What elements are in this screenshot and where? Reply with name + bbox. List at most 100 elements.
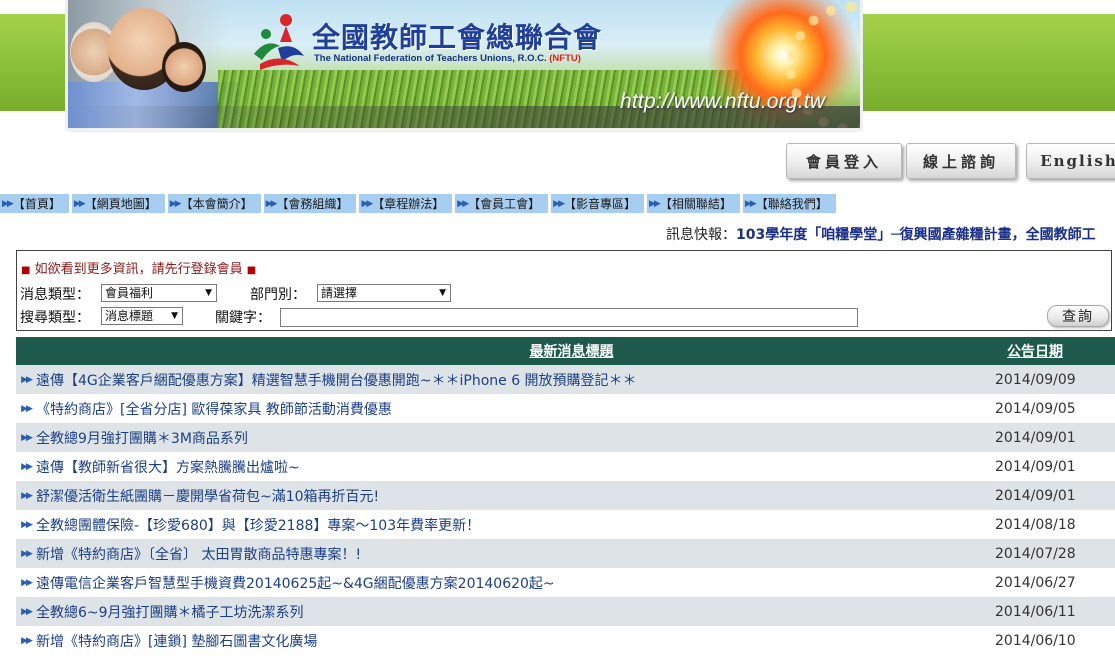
news-date: 2014/09/01 (995, 458, 1076, 475)
nav-label: 【網頁地圖】 (84, 197, 157, 211)
double-arrow-icon: ▶▶ (21, 606, 33, 617)
news-title-link[interactable]: 全教總9月強打團購＊3M商品系列 (36, 428, 995, 448)
news-date: 2014/06/27 (995, 574, 1076, 591)
dept-select[interactable]: 請選擇 ▼ (317, 284, 451, 302)
search-type-label: 搜尋類型： (20, 310, 90, 326)
msg-type-label: 消息類型： (20, 287, 90, 303)
news-date: 2014/09/01 (995, 429, 1076, 446)
nav-label: 【聯絡我們】 (755, 197, 828, 211)
msg-type-select[interactable]: 會員福利 ▼ (101, 284, 217, 302)
site-url: http://www.nftu.org.tw (620, 90, 826, 113)
search-panel: ■ 如欲看到更多資訊，請先行登錄會員 ■ 消息類型： 會員福利 ▼ 部門別： 請… (16, 250, 1112, 331)
table-row: ▶▶ 遠傳【4G企業客戶綑配優惠方案】精選智慧手機開台優惠開跑~＊＊iPhone … (16, 365, 1115, 394)
main-nav: ▶▶ 【首頁】 ▶▶ 【網頁地圖】 ▶▶ 【本會簡介】 ▶▶ 【會務組織】 ▶▶ 【章程辦… (0, 194, 839, 213)
news-title-link[interactable]: 全教總團體保險-【珍愛680】與【珍愛2188】專案～103年費率更新！ (36, 515, 995, 535)
double-arrow-icon: ▶▶ (21, 432, 33, 443)
column-header-date[interactable]: 公告日期 (1007, 341, 1115, 361)
news-title-link[interactable]: 遠傳電信企業客戶智慧型手機資費20140625起~&4G綑配優惠方案201406… (36, 573, 995, 593)
double-arrow-icon: ▶▶ (2, 198, 14, 209)
search-type-select[interactable]: 消息標題 ▼ (101, 307, 183, 325)
table-row: ▶▶ 全教總團體保險-【珍愛680】與【珍愛2188】專案～103年費率更新！ 20… (16, 510, 1115, 539)
nav-item-member-unions[interactable]: ▶▶ 【會員工會】 (455, 194, 549, 213)
dept-value: 請選擇 (321, 286, 358, 300)
member-login-button[interactable]: 會員登入 (786, 143, 902, 179)
table-row: ▶▶ 《特約商店》[全省分店] 歐得葆家具 教師節活動消費優惠 2014/09/05 (16, 394, 1115, 423)
dropdown-arrow-icon: ▼ (439, 288, 446, 298)
banner-child (162, 42, 206, 92)
double-arrow-icon: ▶▶ (21, 548, 33, 559)
ticker-text[interactable]: 103學年度「咱糧學堂」─復興國產雜糧計畫，全國教師工 (736, 227, 1096, 243)
news-date: 2014/08/18 (995, 516, 1076, 533)
double-arrow-icon: ▶▶ (73, 198, 86, 209)
table-row: ▶▶ 遠傳【教師新省很大】方案熱騰騰出爐啦~ 2014/09/01 (16, 452, 1115, 481)
logo-tag: (NFTU) (549, 53, 581, 64)
double-arrow-icon: ▶▶ (553, 198, 565, 209)
online-consult-button[interactable]: 線上諮詢 (906, 143, 1016, 179)
double-arrow-icon: ▶▶ (744, 198, 757, 209)
table-row: ▶▶ 舒潔優活衛生紙團購－慶開學省荷包~滿10箱再折百元! 2014/09/01 (16, 481, 1115, 510)
news-ticker: 訊息快報：103學年度「咱糧學堂」─復興國產雜糧計畫，全國教師工 (666, 224, 1096, 244)
news-title-link[interactable]: 遠傳【4G企業客戶綑配優惠方案】精選智慧手機開台優惠開跑~＊＊iPhone 6 … (36, 370, 995, 390)
double-arrow-icon: ▶▶ (21, 374, 33, 385)
nav-item-about[interactable]: ▶▶ 【本會簡介】 (167, 194, 261, 213)
news-title-link[interactable]: 新增《特約商店》[連鎖] 墊腳石圖書文化廣場 (36, 631, 995, 651)
square-bullet-icon: ■ (246, 265, 257, 276)
nav-item-regulations[interactable]: ▶▶ 【章程辦法】 (359, 194, 453, 213)
query-button[interactable]: 查詢 (1047, 305, 1109, 327)
news-title-link[interactable]: 《特約商店》[全省分店] 歐得葆家具 教師節活動消費優惠 (36, 399, 995, 419)
news-title-link[interactable]: 遠傳【教師新省很大】方案熱騰騰出爐啦~ (36, 457, 995, 477)
double-arrow-icon: ▶▶ (457, 198, 469, 209)
table-row: ▶▶ 全教總9月強打團購＊3M商品系列 2014/09/01 (16, 423, 1115, 452)
news-title-link[interactable]: 新增《特約商店》〔全省〕 太田胃散商品特惠專案！! (36, 544, 995, 564)
double-arrow-icon: ▶▶ (649, 198, 661, 209)
news-title-link[interactable]: 全教總6~9月強打團購＊橘子工坊洗潔系列 (36, 602, 995, 622)
dept-label: 部門別： (250, 287, 306, 303)
logo-subtitle-text: The National Federation of Teachers Unio… (314, 53, 547, 64)
news-title-link[interactable]: 舒潔優活衛生紙團購－慶開學省荷包~滿10箱再折百元! (36, 486, 995, 506)
column-header-title[interactable]: 最新消息標題 (16, 341, 1007, 361)
table-row: ▶▶ 新增《特約商店》〔全省〕 太田胃散商品特惠專案！! 2014/07/28 (16, 539, 1115, 568)
logo-subtitle: The National Federation of Teachers Unio… (314, 53, 581, 64)
news-date: 2014/06/11 (995, 603, 1076, 620)
news-date: 2014/06/10 (995, 632, 1076, 649)
nav-label: 【會員工會】 (468, 197, 541, 211)
nav-item-links[interactable]: ▶▶ 【相關聯結】 (647, 194, 740, 213)
nav-item-contact[interactable]: ▶▶ 【聯絡我們】 (742, 194, 836, 213)
double-arrow-icon: ▶▶ (21, 461, 33, 472)
nav-item-home[interactable]: ▶▶ 【首頁】 (0, 194, 69, 213)
nav-label: 【本會簡介】 (180, 197, 253, 211)
search-type-value: 消息標題 (105, 309, 154, 323)
ticker-label: 訊息快報： (666, 227, 736, 243)
double-arrow-icon: ▶▶ (21, 519, 33, 530)
news-date: 2014/09/01 (995, 487, 1076, 504)
table-row: ▶▶ 全教總6~9月強打團購＊橘子工坊洗潔系列 2014/06/11 (16, 597, 1115, 626)
double-arrow-icon: ▶▶ (21, 403, 33, 414)
nav-label: 【首頁】 (12, 197, 61, 211)
nav-label: 【影音專區】 (564, 197, 637, 211)
login-notice-text: 如欲看到更多資訊，請先行登錄會員 (34, 262, 243, 277)
news-table: 最新消息標題 公告日期 ▶▶ 遠傳【4G企業客戶綑配優惠方案】精選智慧手機開台優惠… (16, 337, 1115, 655)
double-arrow-icon: ▶▶ (265, 198, 278, 209)
news-date: 2014/09/05 (995, 400, 1076, 417)
msg-type-value: 會員福利 (105, 286, 154, 300)
double-arrow-icon: ▶▶ (21, 635, 33, 646)
nav-item-sitemap[interactable]: ▶▶ 【網頁地圖】 (71, 194, 165, 213)
double-arrow-icon: ▶▶ (21, 577, 33, 588)
double-arrow-icon: ▶▶ (21, 490, 33, 501)
english-button[interactable]: English (1026, 143, 1115, 179)
news-table-header: 最新消息標題 公告日期 (16, 337, 1115, 365)
square-bullet-icon: ■ (21, 265, 31, 276)
header-banner: 全國教師工會總聯合會 The National Federation of Te… (68, 0, 860, 128)
double-arrow-icon: ▶▶ (169, 198, 182, 209)
nav-label: 【章程辦法】 (372, 197, 445, 211)
table-row: ▶▶ 遠傳電信企業客戶智慧型手機資費20140625起~&4G綑配優惠方案2014… (16, 568, 1115, 597)
double-arrow-icon: ▶▶ (361, 198, 373, 209)
news-date: 2014/07/28 (995, 545, 1076, 562)
keyword-input[interactable] (280, 308, 858, 327)
dropdown-arrow-icon: ▼ (205, 288, 212, 298)
login-notice: ■ 如欲看到更多資訊，請先行登錄會員 ■ (21, 258, 256, 277)
nav-item-organization[interactable]: ▶▶ 【會務組織】 (263, 194, 357, 213)
nav-label: 【相關聯結】 (659, 197, 732, 211)
nav-item-media[interactable]: ▶▶ 【影音專區】 (551, 194, 645, 213)
news-date: 2014/09/09 (995, 371, 1076, 388)
